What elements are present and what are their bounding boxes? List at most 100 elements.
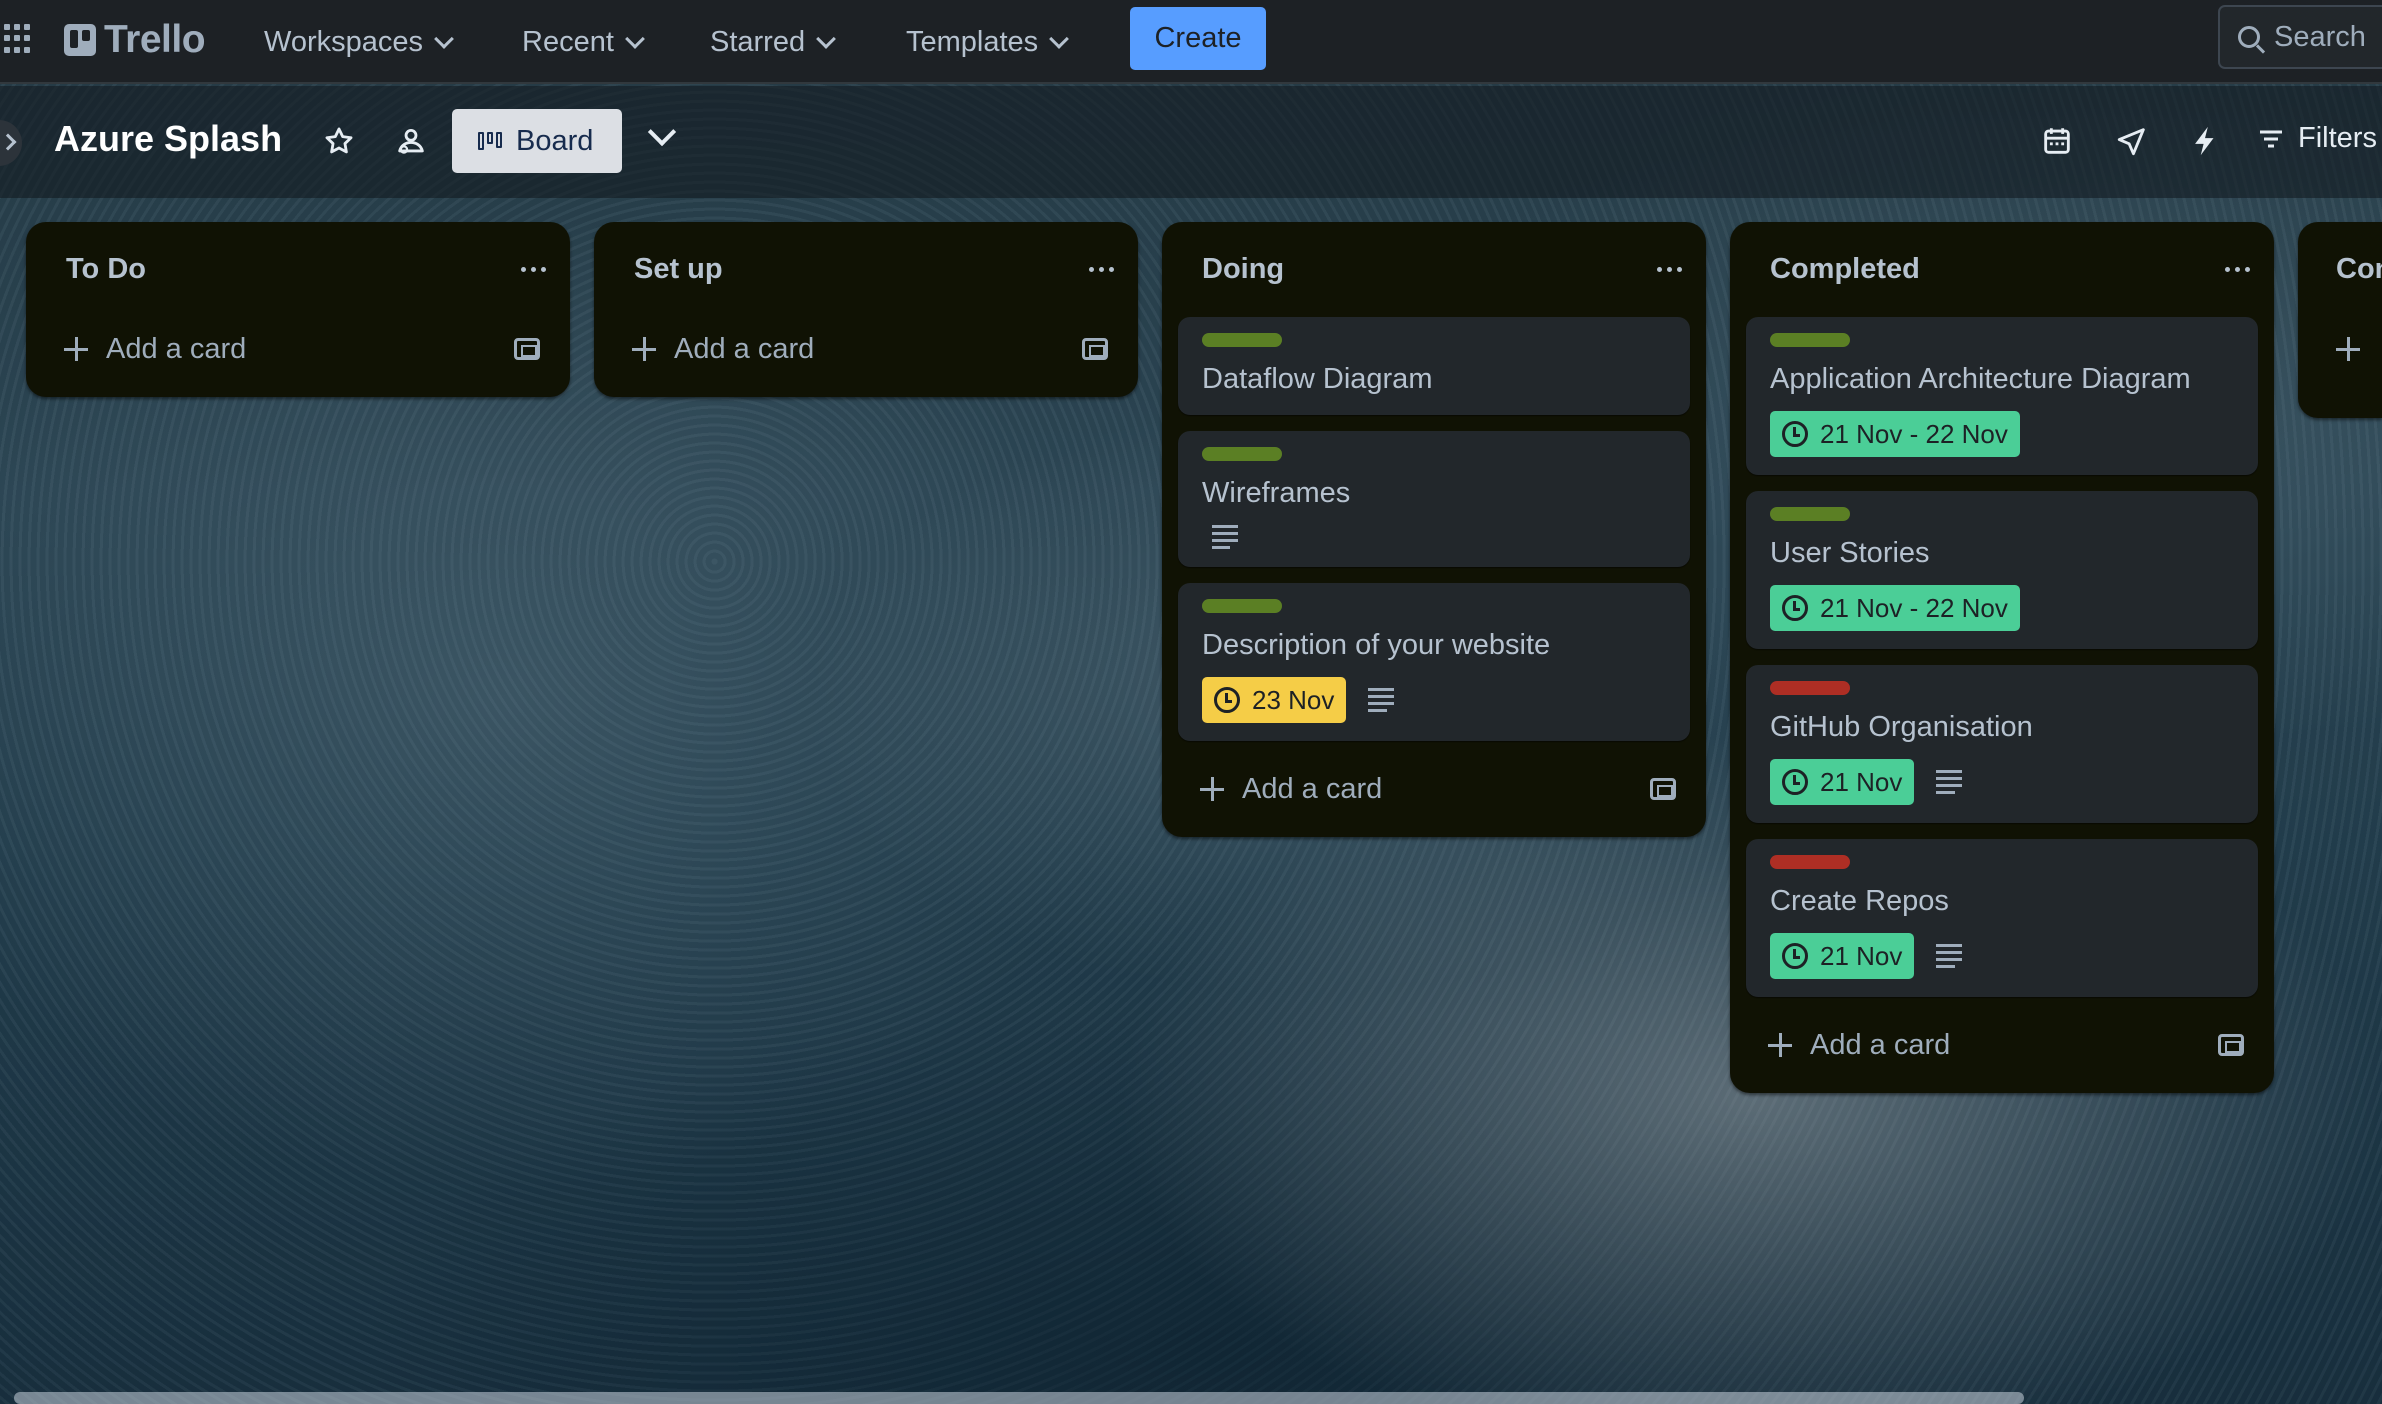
clock-icon	[1782, 421, 1808, 447]
card-badges: 21 Nov - 22 Nov	[1770, 411, 2234, 457]
plus-icon	[632, 337, 656, 361]
add-card-label: Add a card	[1810, 1028, 1951, 1061]
star-icon[interactable]	[322, 124, 356, 158]
card-label-green[interactable]	[1202, 447, 1282, 461]
filters-button[interactable]: Filters	[2258, 122, 2377, 155]
due-date-badge[interactable]: 23 Nov	[1202, 677, 1347, 723]
card[interactable]: GitHub Organisation 21 Nov	[1746, 665, 2258, 823]
create-from-template-icon[interactable]	[514, 338, 540, 360]
chevron-down-icon	[434, 28, 454, 49]
list-header: To Do	[42, 222, 554, 317]
due-date-text: 21 Nov - 22 Nov	[1820, 592, 2008, 623]
list-title[interactable]: Set up	[634, 253, 723, 286]
board-icon	[478, 132, 502, 150]
card[interactable]: Description of your website 23 Nov	[1178, 583, 1690, 741]
list-menu-icon[interactable]	[2225, 267, 2250, 272]
board-title[interactable]: Azure Splash	[54, 118, 282, 160]
workspace-visibility-icon[interactable]	[394, 124, 428, 158]
card-badges: 21 Nov - 22 Nov	[1770, 585, 2234, 631]
create-from-template-icon[interactable]	[1650, 778, 1676, 800]
list-header: Set up	[610, 222, 1122, 317]
top-navigation: Trello Workspaces Recent Starred Templat…	[0, 0, 2382, 84]
due-date-badge[interactable]: 21 Nov - 22 Nov	[1770, 411, 2020, 457]
list-to-do: To Do Add a card	[26, 222, 570, 397]
card-badges: 21 Nov	[1770, 759, 2234, 805]
add-card-button[interactable]: Add a card	[64, 333, 246, 366]
add-card-button[interactable]	[2336, 337, 2360, 361]
card[interactable]: Wireframes	[1178, 431, 1690, 567]
plus-icon	[1768, 1033, 1792, 1057]
list-menu-icon[interactable]	[1089, 267, 1114, 272]
nav-recent[interactable]: Recent	[522, 17, 645, 67]
card-badges	[1202, 525, 1666, 549]
add-card-button[interactable]: Add a card	[1200, 773, 1382, 806]
card[interactable]: Dataflow Diagram	[1178, 317, 1690, 415]
app-switcher-icon[interactable]	[4, 24, 34, 54]
list-menu-icon[interactable]	[1657, 267, 1682, 272]
card[interactable]: Create Repos 21 Nov	[1746, 839, 2258, 997]
power-ups-icon[interactable]	[2115, 124, 2149, 158]
horizontal-scrollbar[interactable]	[14, 1392, 2024, 1404]
list-title[interactable]: Completed	[1770, 253, 1920, 286]
due-date-text: 23 Nov	[1252, 684, 1335, 715]
nav-templates[interactable]: Templates	[906, 17, 1070, 67]
nav-workspaces[interactable]: Workspaces	[264, 17, 454, 67]
list-header: Completed	[1746, 222, 2258, 317]
search-input[interactable]: Search	[2218, 5, 2382, 69]
expand-sidebar-button[interactable]	[0, 120, 22, 166]
calendar-icon[interactable]	[2040, 124, 2074, 158]
description-icon	[1212, 525, 1238, 549]
nav-starred[interactable]: Starred	[710, 17, 837, 67]
card-label-red[interactable]	[1770, 855, 1850, 869]
card-label-green[interactable]	[1770, 333, 1850, 347]
list-menu-icon[interactable]	[521, 267, 546, 272]
card-title: Description of your website	[1202, 629, 1551, 661]
add-card-button[interactable]: Add a card	[632, 333, 814, 366]
due-date-badge[interactable]: 21 Nov	[1770, 759, 1915, 805]
nav-label: Templates	[906, 25, 1039, 58]
add-card-label: Add a card	[1242, 772, 1383, 805]
card-title: Wireframes	[1202, 477, 1351, 509]
list-doing: Doing Dataflow Diagram Wireframes Descri…	[1162, 222, 1706, 837]
description-icon	[1368, 688, 1395, 712]
card[interactable]: Application Architecture Diagram 21 Nov …	[1746, 317, 2258, 475]
logo-text: Trello	[104, 18, 206, 61]
list-title[interactable]: Con	[2336, 253, 2382, 286]
due-date-text: 21 Nov - 22 Nov	[1820, 418, 2008, 449]
list-partial: Con	[2298, 222, 2382, 418]
list-set-up: Set up Add a card	[594, 222, 1138, 397]
chevron-right-icon	[0, 133, 17, 151]
list-title[interactable]: To Do	[66, 253, 146, 286]
create-from-template-icon[interactable]	[2218, 1034, 2244, 1056]
card-label-green[interactable]	[1202, 599, 1282, 613]
add-card-row: Add a card	[1178, 757, 1690, 821]
create-button[interactable]: Create	[1130, 7, 1266, 70]
description-icon	[1936, 770, 1963, 794]
board-view-button[interactable]: Board	[452, 109, 622, 173]
card-label-red[interactable]	[1770, 681, 1850, 695]
board-header: Azure Splash Board Filters	[0, 86, 2382, 198]
add-card-row: Add a card	[42, 317, 554, 381]
due-date-badge[interactable]: 21 Nov	[1770, 933, 1915, 979]
card[interactable]: User Stories 21 Nov - 22 Nov	[1746, 491, 2258, 649]
chevron-down-icon[interactable]	[647, 117, 677, 147]
card-title: Create Repos	[1770, 885, 1949, 917]
create-from-template-icon[interactable]	[1082, 338, 1108, 360]
add-card-row: Add a card	[1746, 1013, 2258, 1077]
add-card-row	[2314, 317, 2382, 381]
due-date-badge[interactable]: 21 Nov - 22 Nov	[1770, 585, 2020, 631]
filter-icon	[2260, 130, 2282, 147]
add-card-button[interactable]: Add a card	[1768, 1029, 1950, 1062]
list-title[interactable]: Doing	[1202, 253, 1284, 286]
list-header: Con	[2314, 222, 2382, 317]
card-label-green[interactable]	[1202, 333, 1282, 347]
trello-logo[interactable]: Trello	[64, 18, 206, 62]
clock-icon	[1782, 595, 1808, 621]
card-label-green[interactable]	[1770, 507, 1850, 521]
automation-icon[interactable]	[2188, 124, 2222, 158]
card-badges: 23 Nov	[1202, 677, 1666, 723]
card-badges: 21 Nov	[1770, 933, 2234, 979]
clock-icon	[1214, 687, 1240, 713]
board-view-label: Board	[516, 124, 594, 157]
chevron-down-icon	[624, 28, 645, 49]
